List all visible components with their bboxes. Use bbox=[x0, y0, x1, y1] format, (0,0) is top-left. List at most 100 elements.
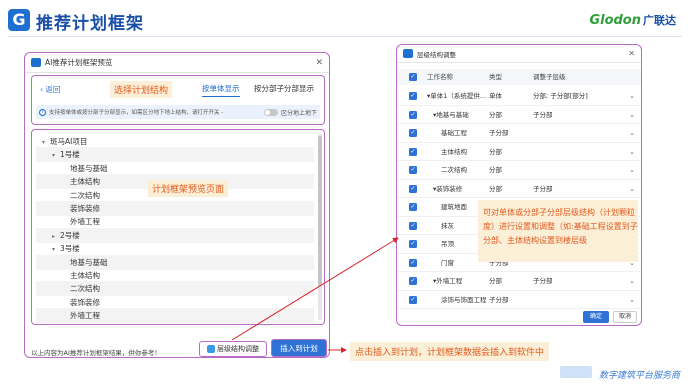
footer-brand: 数字建筑平台服务商 bbox=[598, 371, 680, 381]
chevron-down-icon[interactable]: ▾ bbox=[52, 148, 60, 163]
chevron-down-icon[interactable]: ▾ bbox=[52, 242, 60, 257]
chevron-down-icon[interactable]: ⌄ bbox=[629, 180, 635, 198]
table-row[interactable]: ✓ ▾装饰装修 分部 子分部 ⌄ bbox=[397, 180, 641, 198]
app-logo: G bbox=[8, 9, 30, 31]
tree-item[interactable]: 主体结构 bbox=[36, 268, 314, 283]
table-row[interactable]: ✓ 主体结构 分部 ⌄ bbox=[397, 143, 641, 161]
row-checkbox[interactable]: ✓ bbox=[409, 295, 417, 304]
row-checkbox[interactable]: ✓ bbox=[409, 277, 417, 285]
tree-item[interactable]: 外墙工程 bbox=[36, 308, 314, 324]
chevron-down-icon[interactable]: ⌄ bbox=[629, 106, 635, 124]
tree-item-label: 二次结构 bbox=[70, 190, 100, 200]
tree-item[interactable]: ▾ 斑马AI项目 bbox=[36, 134, 314, 149]
tree-item[interactable]: 装饰装修 bbox=[36, 295, 314, 310]
chevron-down-icon[interactable]: ⌄ bbox=[629, 161, 635, 179]
above-below-ground-toggle[interactable] bbox=[263, 108, 278, 116]
row-sublevel[interactable]: 分部; 子分部[部分] bbox=[533, 87, 588, 105]
tree-item-label: 外墙工程 bbox=[70, 217, 100, 227]
tree-item[interactable]: 地基与基础 bbox=[36, 161, 314, 176]
row-checkbox[interactable]: ✓ bbox=[409, 221, 417, 230]
row-sublevel[interactable]: 子分部 bbox=[533, 272, 553, 290]
tree-item-label: 二次结构 bbox=[70, 284, 100, 294]
tree-item-label: 3号楼 bbox=[60, 244, 80, 254]
footer-logo-mark bbox=[560, 366, 592, 378]
header: G 推荐计划框架 Glodon 广联达 bbox=[0, 0, 690, 40]
insert-into-plan-button[interactable]: 插入到计划 bbox=[271, 339, 327, 357]
table-row[interactable]: ✓ ▾地基与基础 分部 子分部 ⌄ bbox=[397, 106, 641, 124]
table-row[interactable]: ✓ 二次结构 分部 ⌄ bbox=[397, 161, 641, 180]
info-bar: i 支持按单体或按分部子分部显示，如需区分地下地上结构，请打开开关 - 区分地上… bbox=[36, 105, 320, 119]
tree-item[interactable]: 外墙工程 bbox=[36, 214, 314, 229]
close-icon[interactable]: ✕ bbox=[315, 58, 323, 68]
chevron-down-icon[interactable]: ⌄ bbox=[629, 87, 635, 105]
tree-item[interactable]: ▸ 2号楼 bbox=[36, 227, 314, 244]
back-link[interactable]: ‹ 返回 bbox=[40, 84, 60, 95]
row-sublevel[interactable]: 子分部 bbox=[533, 106, 553, 124]
chevron-down-icon[interactable]: ⌄ bbox=[629, 143, 635, 161]
tree-item[interactable]: 二次结构 bbox=[36, 281, 314, 297]
row-sublevel[interactable]: 子分部 bbox=[533, 180, 553, 198]
table-row[interactable]: ✓ 基础工程 子分部 ⌄ bbox=[397, 124, 641, 143]
tree-item[interactable]: ▾ 3号楼 bbox=[36, 241, 314, 256]
structure-selector: ‹ 返回 选择计划结构 按单体显示 按分部子分部显示 i 支持按单体或按分部子分… bbox=[31, 75, 325, 125]
tree-item-label: 2号楼 bbox=[60, 230, 80, 240]
tree-item-label: 1号楼 bbox=[60, 150, 80, 160]
dialog-titlebar: AI推荐计划框架预览 ✕ bbox=[25, 53, 329, 73]
tree-item[interactable]: 地基与基础 bbox=[36, 254, 314, 270]
row-checkbox[interactable]: ✓ bbox=[409, 258, 417, 267]
row-name: 门窗 bbox=[441, 258, 454, 267]
hierarchy-adjust-dialog: 层级结构调整 ✕ ✓ 工作名称 类型 调整子层级 确定 取消 ✓ ▾单体1（系统提… bbox=[396, 44, 642, 326]
hierarchy-icon bbox=[207, 345, 215, 353]
page-title: 推荐计划框架 bbox=[36, 14, 144, 34]
tree-item-label: 主体结构 bbox=[70, 177, 100, 187]
chevron-down-icon[interactable]: ⌄ bbox=[629, 124, 635, 142]
title-divider bbox=[8, 36, 682, 37]
row-checkbox[interactable]: ✓ bbox=[409, 129, 417, 137]
chevron-down-icon[interactable]: ⌄ bbox=[629, 291, 635, 309]
table-row[interactable]: ✓ ▾单体1（系统提供... 单体 分部; 子分部[部分] ⌄ bbox=[397, 87, 641, 106]
grid-header: ✓ 工作名称 类型 调整子层级 bbox=[397, 69, 641, 85]
close-icon[interactable]: ✕ bbox=[628, 49, 635, 58]
chevron-down-icon[interactable]: ⌄ bbox=[629, 272, 635, 290]
ok-button[interactable]: 确定 bbox=[583, 311, 609, 323]
adjust-hierarchy-button[interactable]: 层级结构调整 bbox=[199, 341, 267, 357]
row-name: 二次结构 bbox=[441, 166, 467, 174]
ai-app-icon bbox=[31, 58, 41, 67]
row-checkbox[interactable]: ✓ bbox=[409, 184, 417, 193]
row-name: 吊顶 bbox=[441, 240, 454, 248]
tree-item-label: 主体结构 bbox=[70, 271, 100, 280]
table-row[interactable]: ✓ ▾外墙工程 分部 子分部 ⌄ bbox=[397, 272, 641, 291]
row-checkbox[interactable]: ✓ bbox=[409, 203, 417, 211]
row-type: 单体 bbox=[489, 92, 502, 100]
row-checkbox[interactable]: ✓ bbox=[409, 110, 417, 119]
row-checkbox[interactable]: ✓ bbox=[409, 147, 417, 156]
row-name: ▾外墙工程 bbox=[433, 277, 463, 285]
row-name: 抹灰 bbox=[441, 221, 454, 230]
column-header-sublevel: 调整子层级 bbox=[533, 73, 566, 81]
info-text: 支持按单体或按分部子分部显示，如需区分地下地上结构，请打开开关 - bbox=[49, 110, 224, 116]
hierarchy-app-icon bbox=[403, 49, 413, 58]
cancel-button[interactable]: 取消 bbox=[613, 311, 637, 323]
row-type: 子分部 bbox=[489, 295, 509, 304]
info-icon: i bbox=[39, 108, 46, 116]
dialog-title: 层级结构调整 bbox=[417, 50, 456, 59]
tree-item[interactable]: ▾ 1号楼 bbox=[36, 147, 314, 163]
tab-by-unit[interactable]: 按单体显示 bbox=[202, 83, 240, 97]
select-all-checkbox[interactable]: ✓ bbox=[409, 73, 417, 81]
row-name: ▾地基与基础 bbox=[433, 110, 469, 119]
row-checkbox[interactable]: ✓ bbox=[409, 240, 417, 248]
scrollbar-thumb[interactable] bbox=[318, 136, 322, 286]
table-row[interactable]: ✓ 涂饰与饰面工程 子分部 ⌄ bbox=[397, 291, 641, 309]
row-type: 子分部 bbox=[489, 129, 509, 137]
row-checkbox[interactable]: ✓ bbox=[409, 92, 417, 100]
row-type: 分部 bbox=[489, 277, 502, 285]
row-type: 分部 bbox=[489, 110, 502, 119]
chevron-right-icon[interactable]: ▸ bbox=[52, 229, 60, 244]
tree-item[interactable]: 装饰装修 bbox=[36, 201, 314, 216]
tab-by-division[interactable]: 按分部子分部显示 bbox=[254, 83, 314, 96]
annotation-select-structure: 选择计划结构 bbox=[110, 81, 173, 98]
chevron-down-icon[interactable]: ▾ bbox=[42, 135, 50, 150]
row-checkbox[interactable]: ✓ bbox=[409, 166, 417, 174]
annotation-insert-note: 点击插入到计划，计划框架数据会插入到软件中 bbox=[350, 342, 550, 361]
row-name: 主体结构 bbox=[441, 147, 467, 156]
